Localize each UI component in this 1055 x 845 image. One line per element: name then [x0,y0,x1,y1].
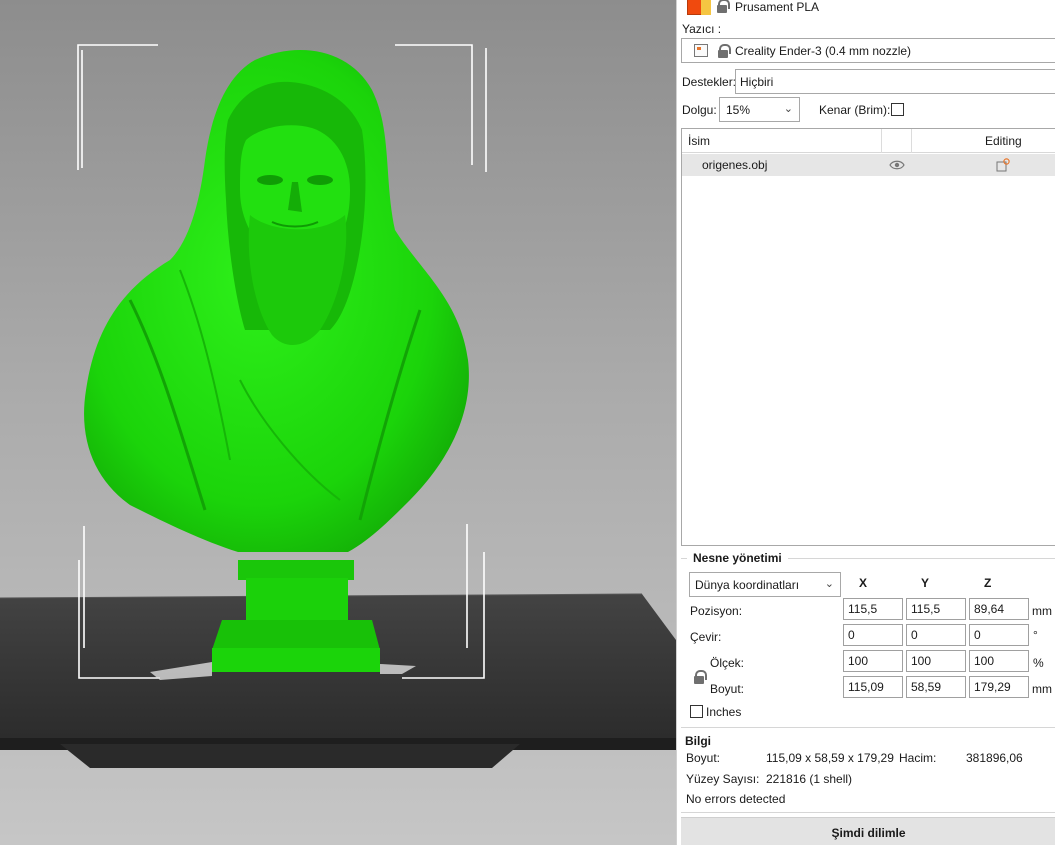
position-label: Pozisyon: [690,604,743,618]
rotation-x-input[interactable]: 0 [843,624,903,646]
info-volume-label: Hacim: [899,751,937,765]
supports-label: Destekler: [682,75,737,89]
axis-z-label: Z [984,576,992,590]
scale-lock-icon[interactable] [694,670,707,684]
inches-label: Inches [706,705,742,719]
rotation-unit: ° [1033,628,1038,642]
size-label: Boyut: [710,682,745,696]
lock-icon [717,0,730,13]
supports-value: Hiçbiri [740,75,774,89]
object-list-header: İsim Editing [682,129,1055,153]
info-title: Bilgi [685,734,711,748]
supports-select[interactable]: Hiçbiri [735,69,1055,94]
printer-name: Creality Ender-3 (0.4 mm nozzle) [735,44,912,58]
scale-y-input[interactable]: 100 [906,650,966,672]
column-editing-header[interactable]: Editing [985,134,1022,148]
scale-z-input[interactable]: 100 [969,650,1029,672]
infill-value: 15% [726,103,751,117]
filament-name: Prusament PLA [735,0,820,14]
table-row[interactable]: origenes.obj [682,154,1055,176]
scene-canvas[interactable] [0,0,676,845]
axis-x-label: X [859,576,868,590]
coord-system-value: Dünya koordinatları [695,578,800,592]
brim-label: Kenar (Brim): [819,103,891,117]
printer-icon [694,44,708,57]
chevron-down-icon: ⌄ [783,103,793,115]
size-unit: mm [1032,682,1052,696]
inches-checkbox[interactable] [690,705,703,718]
filament-color-secondary [701,0,711,15]
info-size-label: Boyut: [686,751,721,765]
object-list[interactable]: İsim Editing origenes.obj [681,128,1055,546]
lock-icon [718,44,731,58]
info-facets-value: 221816 (1 shell) [766,772,853,786]
brim-checkbox[interactable] [891,103,904,116]
info-volume-value: 381896,06 [966,751,1023,765]
coord-system-select[interactable]: Dünya koordinatları ⌄ [689,572,841,597]
3d-viewport[interactable] [0,0,676,845]
scale-x-input[interactable]: 100 [843,650,903,672]
axis-y-label: Y [921,576,930,590]
position-unit: mm [1032,604,1052,618]
size-z-input[interactable]: 179,29 [969,676,1029,698]
infill-label: Dolgu: [682,103,717,117]
printer-label: Yazıcı : [682,22,722,36]
object-name: origenes.obj [702,158,768,172]
eye-icon[interactable] [889,160,905,170]
info-size-value: 115,09 x 58,59 x 179,29 [766,751,894,765]
position-y-input[interactable]: 115,5 [906,598,966,620]
printer-select[interactable]: Creality Ender-3 (0.4 mm nozzle) [681,38,1055,63]
rotation-z-input[interactable]: 0 [969,624,1029,646]
position-x-input[interactable]: 115,5 [843,598,903,620]
info-errors: No errors detected [686,792,786,806]
rotation-label: Çevir: [690,630,722,644]
edit-settings-icon[interactable] [996,158,1010,172]
object-manipulation-title: Nesne yönetimi [687,551,788,565]
rotation-y-input[interactable]: 0 [906,624,966,646]
slice-now-button[interactable]: Şimdi dilimle [681,817,1055,845]
settings-panel: Prusament PLA Yazıcı : Creality Ender-3 … [676,0,1055,845]
size-y-input[interactable]: 58,59 [906,676,966,698]
position-z-input[interactable]: 89,64 [969,598,1029,620]
scale-label: Ölçek: [710,656,745,670]
infill-select[interactable]: 15% ⌄ [719,97,800,122]
info-facets-label: Yüzey Sayısı: [686,772,760,786]
chevron-down-icon: ⌄ [824,578,834,590]
size-x-input[interactable]: 115,09 [843,676,903,698]
model-bust[interactable] [84,50,469,672]
column-name-header[interactable]: İsim [688,134,710,148]
scale-unit: % [1033,656,1044,670]
